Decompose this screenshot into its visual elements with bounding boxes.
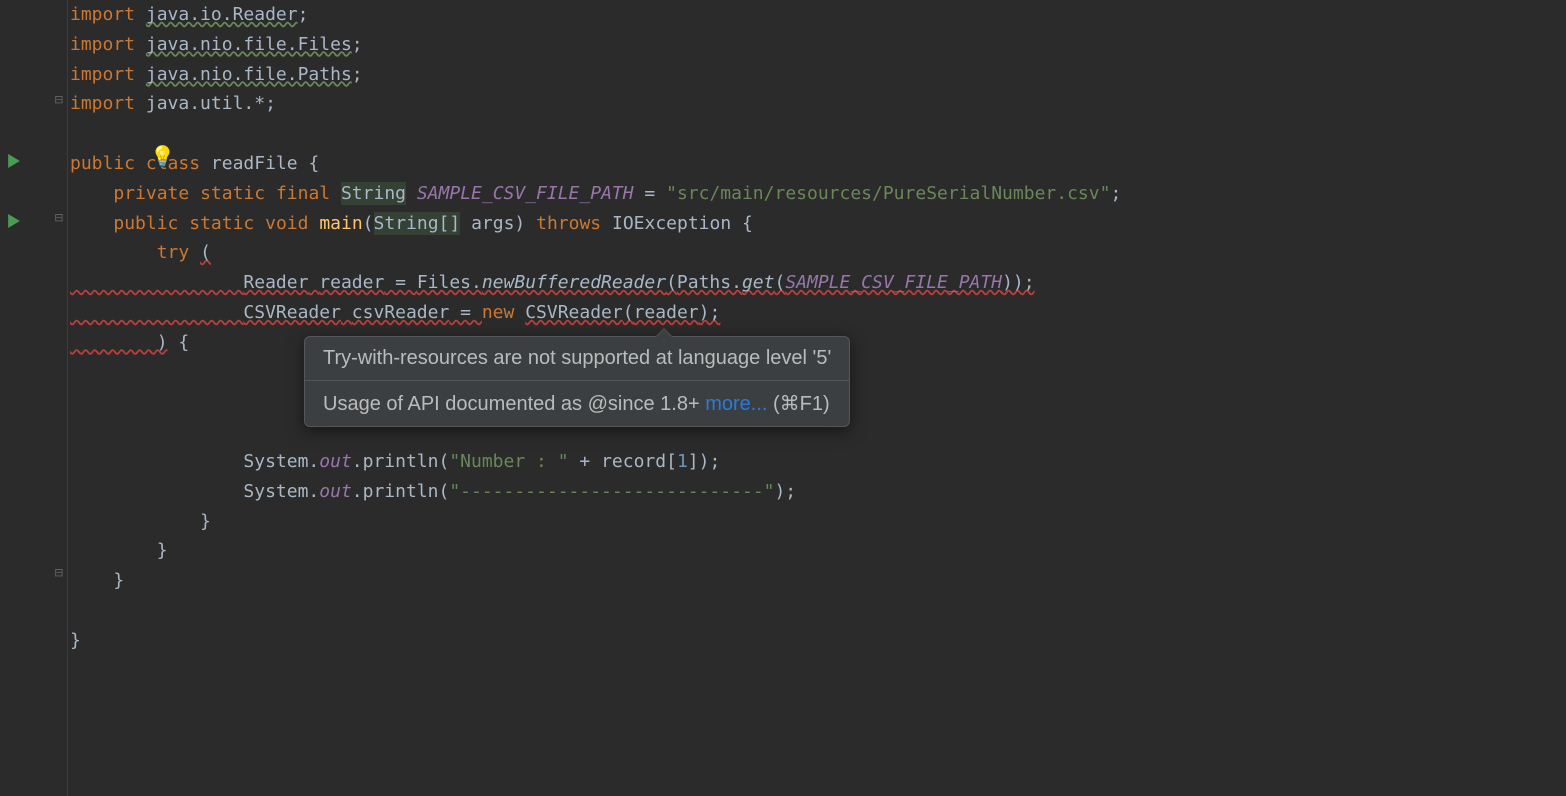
code-line: import java.nio.file.Files; (70, 30, 1566, 60)
error-tooltip: Try-with-resources are not supported at … (304, 336, 850, 427)
code-line: import java.io.Reader; (70, 0, 1566, 30)
tooltip-more-link[interactable]: more... (705, 393, 767, 415)
code-line: private static final String SAMPLE_CSV_F… (70, 179, 1566, 209)
code-line: import java.nio.file.Paths; (70, 60, 1566, 90)
fold-icon[interactable]: ⊟ (55, 92, 63, 108)
code-line (70, 119, 1566, 149)
code-line: } (70, 626, 1566, 656)
intention-bulb-icon[interactable]: 💡 (150, 144, 175, 168)
code-line: try ( (70, 238, 1566, 268)
code-line: System.out.println("Number : " + record[… (70, 447, 1566, 477)
tooltip-arrow-icon (655, 328, 673, 337)
fold-icon[interactable]: ⊟ (55, 210, 63, 226)
code-line: CSVReader csvReader = new CSVReader(read… (70, 298, 1566, 328)
code-line: } (70, 536, 1566, 566)
code-line: Reader reader = Files.newBufferedReader(… (70, 268, 1566, 298)
code-line: System.out.println("--------------------… (70, 477, 1566, 507)
code-line: import java.util.*; (70, 89, 1566, 119)
code-line: } (70, 566, 1566, 596)
code-line: public static void main(String[] args) t… (70, 209, 1566, 239)
code-area[interactable]: 💡 import java.io.Reader; import java.nio… (68, 0, 1566, 796)
tooltip-message: Try-with-resources are not supported at … (305, 337, 849, 380)
code-line: } (70, 507, 1566, 537)
code-line: public class readFile { (70, 149, 1566, 179)
code-editor[interactable]: ⊟ ⊟ ⊟ 💡 import java.io.Reader; import ja… (0, 0, 1566, 796)
run-method-icon[interactable] (8, 212, 24, 228)
run-class-icon[interactable] (8, 152, 24, 168)
fold-icon[interactable]: ⊟ (55, 565, 63, 581)
gutter: ⊟ ⊟ ⊟ (0, 0, 68, 796)
tooltip-message: Usage of API documented as @since 1.8+ m… (305, 380, 849, 426)
code-line (70, 596, 1566, 626)
